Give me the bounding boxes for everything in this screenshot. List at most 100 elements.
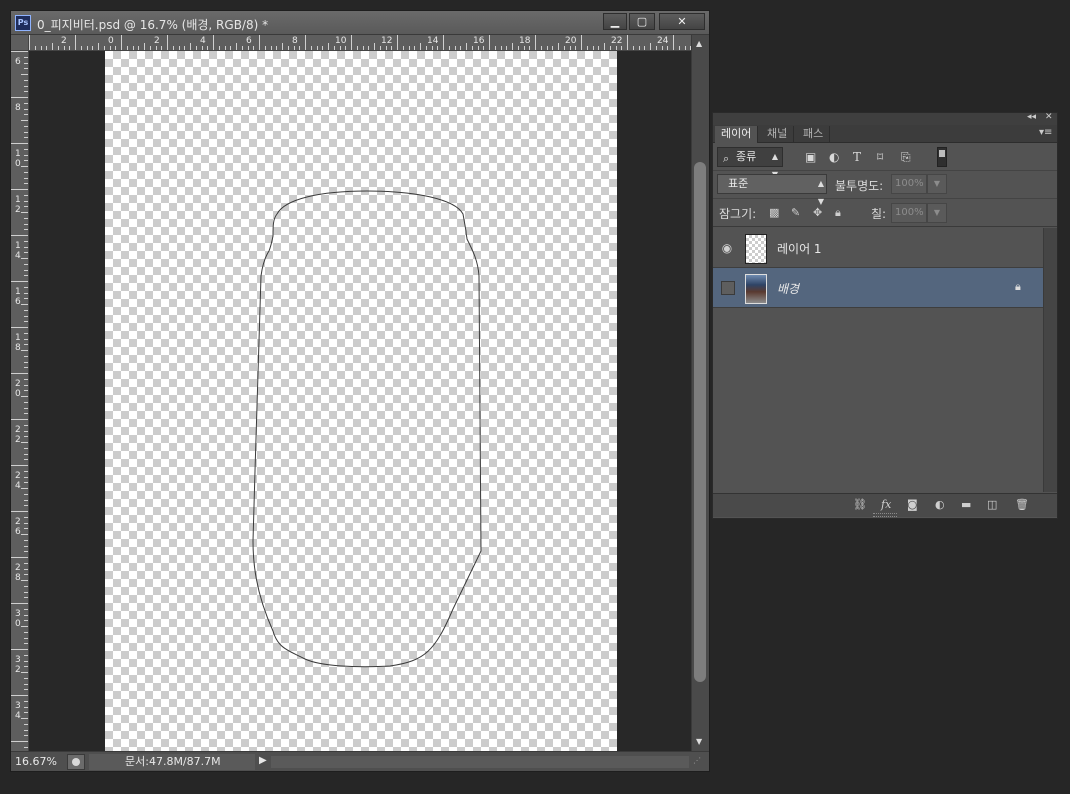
document-title-bar[interactable]: Ps 0_피지비터.psd @ 16.7% (배경, RGB/8) * ▁ ▢ … [11,11,709,35]
lock-all-icon[interactable]: 🔒︎ [835,206,841,220]
adjustment-layer-icon[interactable]: ◐ [935,498,945,511]
ruler-tick [24,56,28,58]
layer-thumbnail [745,234,767,264]
ruler-tick [11,741,28,742]
layer-row-background[interactable]: 배경 🔒︎ [713,268,1043,308]
ruler-tick [24,131,28,133]
add-mask-icon[interactable]: ◙ [907,498,918,511]
lock-position-icon[interactable]: ✥ [813,206,822,219]
ruler-tick [24,735,28,737]
smart-object-filter-icon[interactable]: ⎘ [901,150,911,164]
ruler-tick [374,43,375,50]
ruler-tick [339,46,341,50]
maximize-button[interactable]: ▢ [629,13,655,30]
ruler-tick [24,246,28,248]
ruler-tick [24,183,28,185]
ruler-tick [24,367,28,369]
ruler-tick [195,46,197,50]
type-filter-icon[interactable]: T [853,150,861,164]
blend-mode-select[interactable]: 표준 ▲ ▼ [717,174,827,206]
delete-layer-icon[interactable]: 🗑︎ [1015,498,1029,511]
fill-input[interactable]: 100% [891,203,927,223]
ruler-tick [24,355,28,357]
fx-icon[interactable]: fx [881,498,891,511]
visibility-toggle-empty[interactable] [721,281,735,295]
layer-list-scrollbar[interactable] [1043,228,1057,492]
filter-toggle-switch[interactable] [937,147,947,167]
resize-grip-icon[interactable]: ⋰ [693,756,705,768]
close-panel-icon[interactable]: ✕ [1045,112,1053,122]
ruler-tick [11,189,28,190]
ruler-tick [408,46,410,50]
lock-transparent-pixels-icon[interactable]: ▩ [769,206,779,219]
ruler-tick [63,46,65,50]
ruler-label: 6 [246,36,252,46]
shape-filter-icon[interactable]: ⌑ [877,150,883,164]
layer-name[interactable]: 레이어 1 [777,240,822,257]
lock-image-pixels-icon[interactable]: ✎ [791,206,800,219]
opacity-input[interactable]: 100% [891,174,927,194]
status-menu-arrow-icon[interactable]: ▶ [259,755,267,766]
ruler-tick [52,43,53,50]
tab-channels[interactable]: 채널 [761,126,795,143]
panel-menu-icon[interactable]: ▾≡ [1039,127,1052,138]
ruler-tick [126,46,128,50]
ruler-tick [57,46,59,50]
ruler-label: 24 [657,36,669,46]
close-button[interactable]: ✕ [659,13,705,30]
link-layers-icon[interactable]: ⛓ [853,498,867,511]
ruler-tick [24,338,28,340]
panel-resize-grip[interactable] [873,513,897,517]
ruler-tick [24,660,28,662]
ruler-tick [24,459,28,461]
ruler-tick [24,91,28,93]
status-bar: 16.67% 문서:47.8M/87.7M ▶ ⋰ [11,751,709,771]
ruler-tick [11,281,28,282]
scroll-down-arrow-icon[interactable]: ▼ [696,737,702,746]
ruler-tick [24,476,28,478]
layer-row-layer-1[interactable]: ◉ 레이어 1 [713,228,1043,268]
visibility-eye-icon[interactable]: ◉ [719,240,735,256]
ruler-tick [24,591,28,593]
opacity-dropdown-icon[interactable]: ▼ [927,174,947,194]
bottle-outline-path [252,190,482,668]
zoom-level-field[interactable]: 16.67% [15,754,61,770]
canvas-pasteboard[interactable] [29,51,691,751]
image-filter-icon[interactable]: ▣ [805,150,816,164]
ruler-tick [627,35,628,50]
ruler-tick [24,516,28,518]
ruler-tick [24,309,28,311]
ruler-origin[interactable] [11,35,29,51]
lock-options-row: 잠그기: ▩ ✎ ✥ 🔒︎ 칠: 100% ▼ [713,199,1057,227]
filter-type-select[interactable]: ⌕ 종류 ▲▼ [717,147,783,179]
ruler-tick [69,46,71,50]
panel-header-strip[interactable]: ◂◂ ✕ [713,112,1057,125]
ruler-tick [24,447,28,449]
minimize-button[interactable]: ▁ [603,13,627,30]
ruler-tick [500,46,502,50]
tab-paths[interactable]: 패스 [797,126,831,143]
scrollbar-thumb[interactable] [694,162,706,682]
ruler-label: 2 [61,36,67,46]
ruler-tick [264,46,266,50]
ruler-tick [362,46,364,50]
collapse-panel-icon[interactable]: ◂◂ [1027,112,1036,122]
fill-dropdown-icon[interactable]: ▼ [927,203,947,223]
ruler-tick [24,384,28,386]
scroll-up-arrow-icon[interactable]: ▲ [696,39,702,48]
new-group-icon[interactable]: ▬ [961,498,971,511]
new-layer-icon[interactable]: ◫ [987,498,997,511]
status-info-icon[interactable] [67,754,85,770]
ruler-tick [24,79,28,81]
horizontal-scrollbar[interactable] [271,756,689,768]
vertical-ruler[interactable]: 6 8 10 12 14 16 18 20 22 24 26 28 30 32 … [11,51,29,751]
vertical-scrollbar[interactable]: ▲ ▼ [691,35,709,751]
ruler-tick [310,46,312,50]
ruler-tick [24,493,28,495]
layer-name[interactable]: 배경 [777,280,799,297]
document-canvas[interactable] [105,51,617,751]
adjustment-filter-icon[interactable]: ◐ [829,150,839,164]
horizontal-ruler[interactable]: 2 0 2 4 6 8 10 12 14 16 18 20 22 24 [29,35,691,51]
tab-layers[interactable]: 레이어 [715,126,759,143]
ruler-tick [24,574,28,576]
